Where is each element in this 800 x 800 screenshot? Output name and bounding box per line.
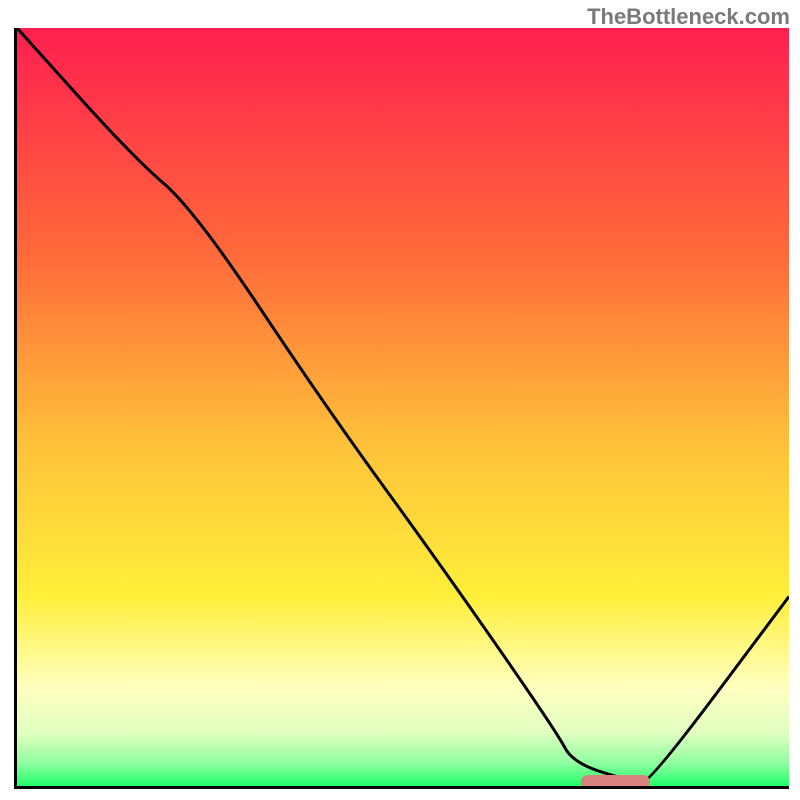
watermark-text: TheBottleneck.com [587,4,790,30]
chart-container: TheBottleneck.com [0,0,800,800]
bottleneck-curve [17,28,789,786]
plot-area [14,28,789,789]
optimum-marker [581,775,650,789]
